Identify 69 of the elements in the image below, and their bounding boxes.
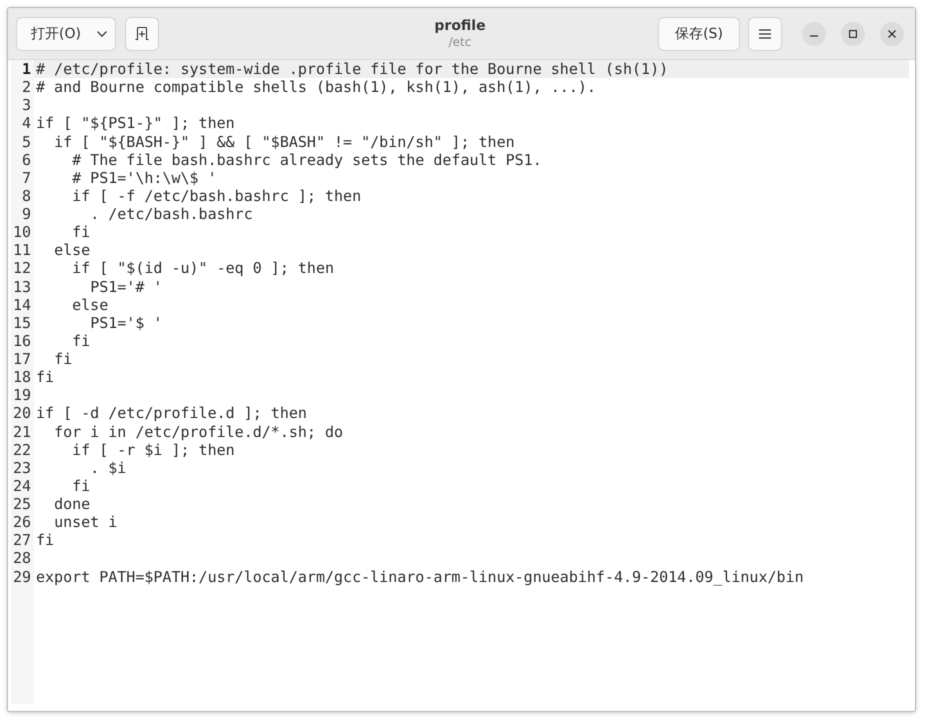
line-number: 7	[22, 168, 31, 187]
code-line: # and Bourne compatible shells (bash(1), ksh(1), ash(1), ...).	[36, 78, 596, 96]
line-number: 14	[12, 296, 31, 314]
code-line: for i in /etc/profile.d/*.sh; do	[54, 422, 344, 440]
line-number: 17	[12, 350, 31, 368]
line-number: 5	[22, 132, 31, 150]
line-number: 4	[22, 114, 31, 132]
close-icon	[888, 30, 896, 38]
code-line: # /etc/profile: system-wide .profile file for the Bourne shell (sh(1))	[36, 60, 668, 78]
code-line: else	[72, 296, 108, 314]
maximize-icon	[849, 30, 857, 38]
code-line: PS1='# '	[90, 278, 162, 296]
file-path: /etc	[448, 34, 472, 50]
code-line: if [ -r $i ]; then	[72, 440, 235, 459]
code-line: fi	[72, 223, 90, 242]
caret-icon	[97, 30, 107, 36]
save-button[interactable]: 保存(S)	[658, 16, 740, 50]
code-line: if [ -d /etc/profile.d ]; then	[36, 404, 307, 422]
line-number: 28	[12, 549, 31, 568]
code-line: # PS1='\h:\w\$ '	[72, 168, 217, 187]
code-line: fi	[36, 531, 54, 550]
code-line: else	[54, 241, 90, 260]
line-number: 6	[22, 150, 31, 169]
code-line: if [ -f /etc/bash.bashrc ]; then	[72, 186, 362, 205]
minimize-icon	[810, 34, 818, 36]
line-number: 22	[12, 440, 31, 459]
line-number: 23	[12, 458, 31, 477]
maximize-button[interactable]	[841, 22, 865, 46]
line-number: 25	[12, 495, 31, 513]
menu-icon	[759, 28, 771, 38]
line-number: 8	[22, 186, 31, 205]
code-line: fi	[72, 476, 90, 495]
line-number: 2	[22, 78, 31, 96]
line-number: 21	[12, 422, 31, 440]
window-title: profile	[434, 18, 486, 34]
menu-button[interactable]	[748, 16, 782, 50]
line-number: 26	[12, 513, 31, 532]
code-line: # The file bash.bashrc already sets the default PS1.	[72, 150, 542, 169]
code-line: . /etc/bash.bashrc	[90, 205, 253, 223]
line-number: 15	[12, 314, 31, 332]
line-number: 3	[22, 96, 31, 114]
line-number: 13	[12, 278, 31, 296]
code-line: unset i	[54, 513, 118, 532]
close-button[interactable]	[880, 22, 904, 46]
line-number: 12	[12, 259, 31, 278]
line-number: 29	[12, 568, 31, 586]
line-number: 1	[22, 60, 31, 78]
code-line: export PATH=$PATH:/usr/local/arm/gcc-linaro-arm-linux-gnueabihf-4.9-2014.09_linux/bin	[36, 568, 804, 586]
code-line: if [ "$(id -u)" -eq 0 ]; then	[72, 259, 334, 278]
code-line: fi	[54, 350, 72, 368]
line-number: 24	[12, 476, 31, 495]
line-number: 27	[12, 531, 31, 550]
line-number: 20	[12, 404, 31, 422]
code-line: if [ "${PS1-}" ]; then	[36, 114, 235, 132]
line-number: 9	[22, 205, 31, 223]
line-number: 19	[12, 386, 31, 404]
new-tab-icon	[135, 27, 149, 40]
code-line: PS1='$ '	[90, 314, 162, 332]
line-number: 18	[12, 368, 31, 386]
code-line: fi	[72, 332, 90, 350]
new-tab-button[interactable]	[125, 16, 159, 50]
line-number: 16	[12, 332, 31, 350]
code-line: fi	[36, 368, 54, 386]
line-number: 11	[12, 241, 31, 260]
code-line: if [ "${BASH-}" ] && [ "$BASH" != "/bin/sh" ]; then	[54, 132, 515, 150]
open-button[interactable]: 打开(O)	[16, 16, 116, 50]
line-number: 10	[12, 223, 31, 242]
code-line: . $i	[90, 458, 126, 477]
code-line: done	[54, 495, 90, 513]
